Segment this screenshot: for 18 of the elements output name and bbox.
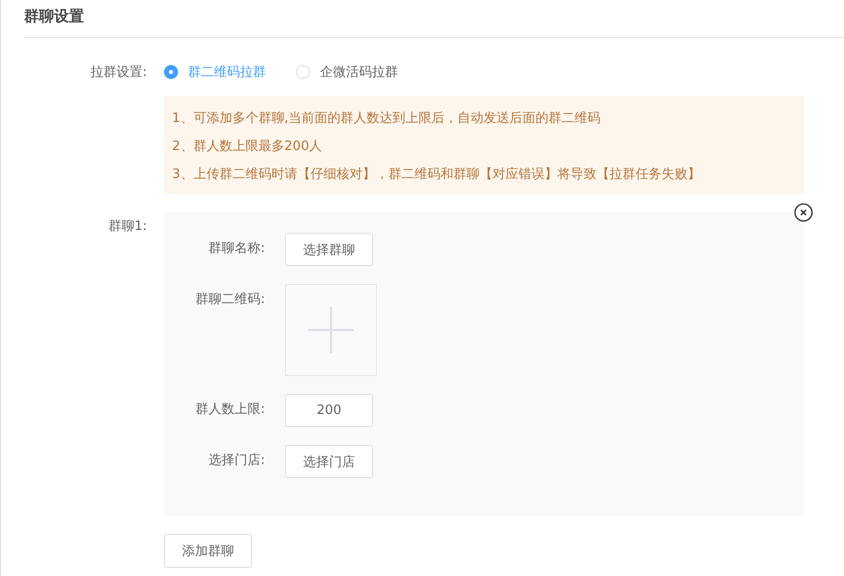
plus-icon [308,307,354,353]
select-button[interactable]: 选择群聊 [285,233,373,266]
group-label: 群聊1: [107,218,148,236]
page-title: 群聊设置 [24,7,84,25]
field-label: 选择门店: [208,452,266,470]
radio-label[interactable]: 企微活码拉群 [320,63,398,81]
notice-text: 3、上传群二维码时请【仔细核对】，群二维码和群聊【对应错误】将导致【拉群任务失败】 [172,166,702,184]
notice-text: 2、群人数上限最多200人 [172,138,324,156]
field-label: 群人数上限: [194,401,266,419]
setting-label: 拉群设置: [90,64,148,81]
input-field[interactable]: 200 [285,394,373,427]
field-label: 群聊二维码: [194,291,266,309]
radio-button[interactable] [164,65,178,79]
select-button[interactable]: 选择门店 [285,445,373,478]
notice-text: 1、可添加多个群聊,当前面的群人数达到上限后，自动发送后面的群二维码 [172,110,602,128]
field-label: 群聊名称: [208,240,266,258]
close-icon[interactable] [794,203,813,222]
add-group-button[interactable]: 添加群聊 [164,534,252,568]
